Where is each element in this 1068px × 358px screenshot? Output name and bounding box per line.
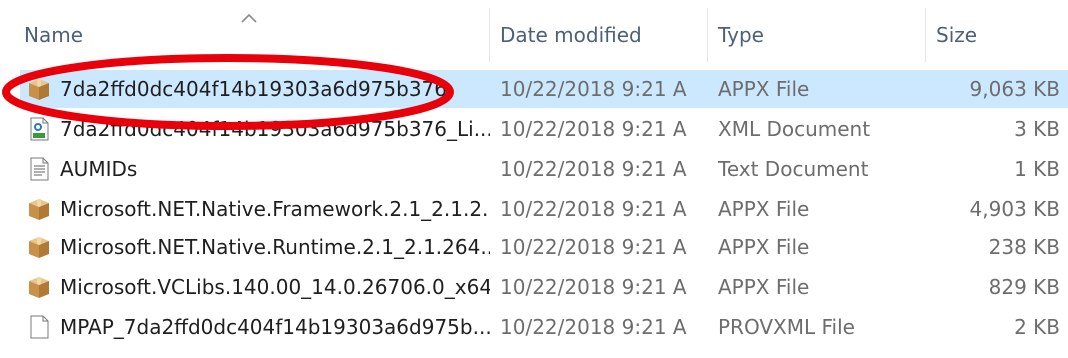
file-size: 2 KB <box>1014 315 1060 339</box>
file-row[interactable]: AUMIDs 10/22/2018 9:21 A Text Document 1 KB <box>20 150 1068 188</box>
blank-file-icon <box>26 314 52 340</box>
file-type: APPX File <box>718 77 810 101</box>
file-size: 4,903 KB <box>969 197 1060 221</box>
package-icon <box>26 196 52 222</box>
file-row[interactable]: Microsoft.NET.Native.Framework.2.1_2.1.2… <box>20 190 1068 228</box>
file-type: APPX File <box>718 275 810 299</box>
file-size: 238 KB <box>988 235 1060 259</box>
file-date-modified: 10/22/2018 9:21 A <box>500 235 687 259</box>
file-type: PROVXML File <box>718 315 855 339</box>
file-date-modified: 10/22/2018 9:21 A <box>500 77 687 101</box>
file-type: XML Document <box>718 117 871 141</box>
file-name: MPAP_7da2ffd0dc404f14b19303a6d975b... <box>60 315 490 339</box>
file-date-modified: 10/22/2018 9:21 A <box>500 157 687 181</box>
top-border <box>0 0 1068 8</box>
file-name: Microsoft.NET.Native.Framework.2.1_2.1.2… <box>60 197 490 221</box>
package-icon <box>26 234 52 260</box>
package-icon <box>26 274 52 300</box>
file-row[interactable]: 7da2ffd0dc404f14b19303a6d975b376_Li... 10… <box>20 110 1068 148</box>
column-header-date-modified[interactable]: Date modified <box>490 8 708 62</box>
file-size: 9,063 KB <box>969 77 1060 101</box>
file-type: APPX File <box>718 235 810 259</box>
file-row[interactable]: Microsoft.NET.Native.Runtime.2.1_2.1.264… <box>20 228 1068 266</box>
file-explorer-details-view: Name Date modified Type Size 7da2ffd0dc4… <box>0 0 1068 358</box>
file-date-modified: 10/22/2018 9:21 A <box>500 315 687 339</box>
file-type: APPX File <box>718 197 810 221</box>
file-size: 1 KB <box>1014 157 1060 181</box>
column-header-name[interactable]: Name <box>14 8 490 62</box>
file-size: 3 KB <box>1014 117 1060 141</box>
file-name: AUMIDs <box>60 157 138 181</box>
file-date-modified: 10/22/2018 9:21 A <box>500 275 687 299</box>
file-type: Text Document <box>718 157 869 181</box>
file-date-modified: 10/22/2018 9:21 A <box>500 117 687 141</box>
file-size: 829 KB <box>988 275 1060 299</box>
text-file-icon <box>26 156 52 182</box>
column-header-size[interactable]: Size <box>926 8 1068 62</box>
package-icon <box>26 76 52 102</box>
xml-file-icon <box>26 116 52 142</box>
file-row[interactable]: MPAP_7da2ffd0dc404f14b19303a6d975b... 10/… <box>20 308 1068 346</box>
file-name: 7da2ffd0dc404f14b19303a6d975b376 <box>60 77 447 101</box>
column-header-bar: Name Date modified Type Size <box>0 8 1068 62</box>
file-row[interactable]: Microsoft.VCLibs.140.00_14.0.26706.0_x64… <box>20 268 1068 306</box>
file-name: 7da2ffd0dc404f14b19303a6d975b376_Li... <box>60 117 490 141</box>
file-name: Microsoft.NET.Native.Runtime.2.1_2.1.264… <box>60 235 490 259</box>
file-date-modified: 10/22/2018 9:21 A <box>500 197 687 221</box>
file-name: Microsoft.VCLibs.140.00_14.0.26706.0_x64… <box>60 275 490 299</box>
file-row[interactable]: 7da2ffd0dc404f14b19303a6d975b376 10/22/20… <box>20 70 1068 108</box>
column-header-type[interactable]: Type <box>708 8 926 62</box>
